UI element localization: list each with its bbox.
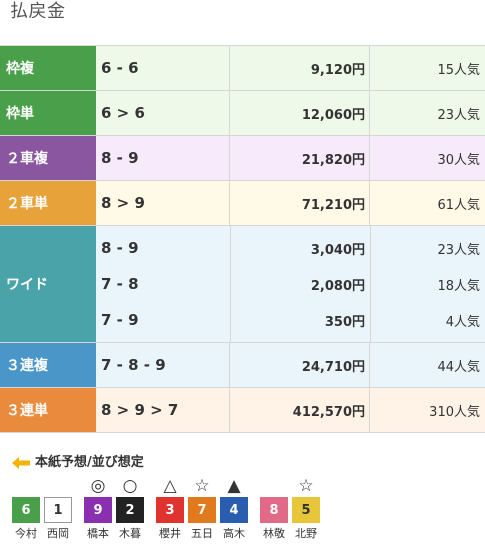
combination: 7 - 8 - 9 [96,343,230,387]
payout-amount: 12,060円 [230,91,370,135]
prediction-mark: △ [163,476,177,496]
bike-number-badge: 8 [260,497,288,523]
prediction-mark: ○ [122,476,138,496]
bet-type-label: ワイド [0,226,96,342]
combination: 7 - 9 [101,311,139,329]
bet-type-label: ３連単 [0,388,96,432]
bike-number-badge: 2 [116,497,144,523]
combination: 8 - 9 [96,136,230,180]
payout-amount: 9,120円 [230,46,370,90]
popularity: 4人気 [445,314,480,330]
rider-name: 櫻井 [159,527,181,540]
bet-type-label: 枠複 [0,46,96,90]
section-title: 払戻金 [10,1,66,22]
rider-name: 橋本 [87,527,109,540]
prediction-mark: ☆ [298,476,314,496]
bike-number-badge: 6 [12,497,40,523]
popularity: 15人気 [437,62,480,78]
payout-row-nishafuku: ２車複 8 - 9 21,820円 30人気 [0,136,485,181]
rider-name: 木暮 [119,527,141,540]
popularity: 23人気 [437,107,480,123]
bike-number-badge: 1 [44,497,72,523]
payout-amount: 21,820円 [230,136,370,180]
popularity: 23人気 [437,242,480,258]
rider-name: 西岡 [47,527,69,540]
payout-row-sanrentan: ３連単 8 > 9 > 7 412,570円 310人気 [0,388,485,433]
prediction-mark: ☆ [194,476,210,496]
bike-number-badge: 9 [84,497,112,523]
bet-type-label: 枠単 [0,91,96,135]
payout-row-sanrenpuku: ３連複 7 - 8 - 9 24,710円 44人気 [0,343,485,388]
bet-type-label: ３連複 [0,343,96,387]
prediction-mark [260,476,288,496]
payout-amount: 412,570円 [230,388,370,432]
prediction-mark [44,476,72,496]
popularity: 30人気 [437,152,480,168]
payout-row-nishatan: ２車単 8 > 9 71,210円 61人気 [0,181,485,226]
popularity: 61人気 [437,197,480,213]
combination: 8 > 9 > 7 [96,388,230,432]
payout-amount: 24,710円 [230,343,370,387]
payout-row-wide: ワイド 8 - 9 3,040円 23人気 7 - 8 2,080円 18人気 … [0,226,485,343]
arrow-left-icon [12,457,30,469]
prediction-mark: ◎ [90,476,106,496]
payout-amount: 3,040円 [310,242,365,258]
combination: 7 - 8 [101,275,139,293]
popularity: 18人気 [437,278,480,294]
rider-name: 林敬 [263,527,285,540]
rider-name: 高木 [223,527,245,540]
popularity: 310人気 [429,404,480,420]
prediction-title: 本紙予想/並び想定 [35,455,144,470]
payout-amount: 2,080円 [310,278,365,294]
bike-number-badge: 3 [156,497,184,523]
payout-amount: 350円 [324,314,365,330]
bike-number-badge: 7 [188,497,216,523]
prediction-header: 本紙予想/並び想定 [12,454,144,472]
combination: 6 - 6 [96,46,230,90]
combination: 6 > 6 [96,91,230,135]
bike-number-badge: 4 [220,497,248,523]
payout-amount: 71,210円 [230,181,370,225]
payout-row-wakutan: 枠単 6 > 6 12,060円 23人気 [0,91,485,136]
payout-row-wakufuku: 枠複 6 - 6 9,120円 15人気 [0,46,485,91]
combination: 8 - 9 [101,239,139,257]
bet-type-label: ２車単 [0,181,96,225]
rider-name: 五日 [191,527,213,540]
popularity: 44人気 [437,359,480,375]
prediction-mark: ▲ [227,476,241,496]
bet-type-label: ２車複 [0,136,96,180]
bike-number-badge: 5 [292,497,320,523]
rider-name: 北野 [295,527,317,540]
combination: 8 > 9 [96,181,230,225]
rider-name: 今村 [15,527,37,540]
prediction-mark [12,476,40,496]
payout-table: 枠複 6 - 6 9,120円 15人気 枠単 6 > 6 12,060円 23… [0,45,485,433]
